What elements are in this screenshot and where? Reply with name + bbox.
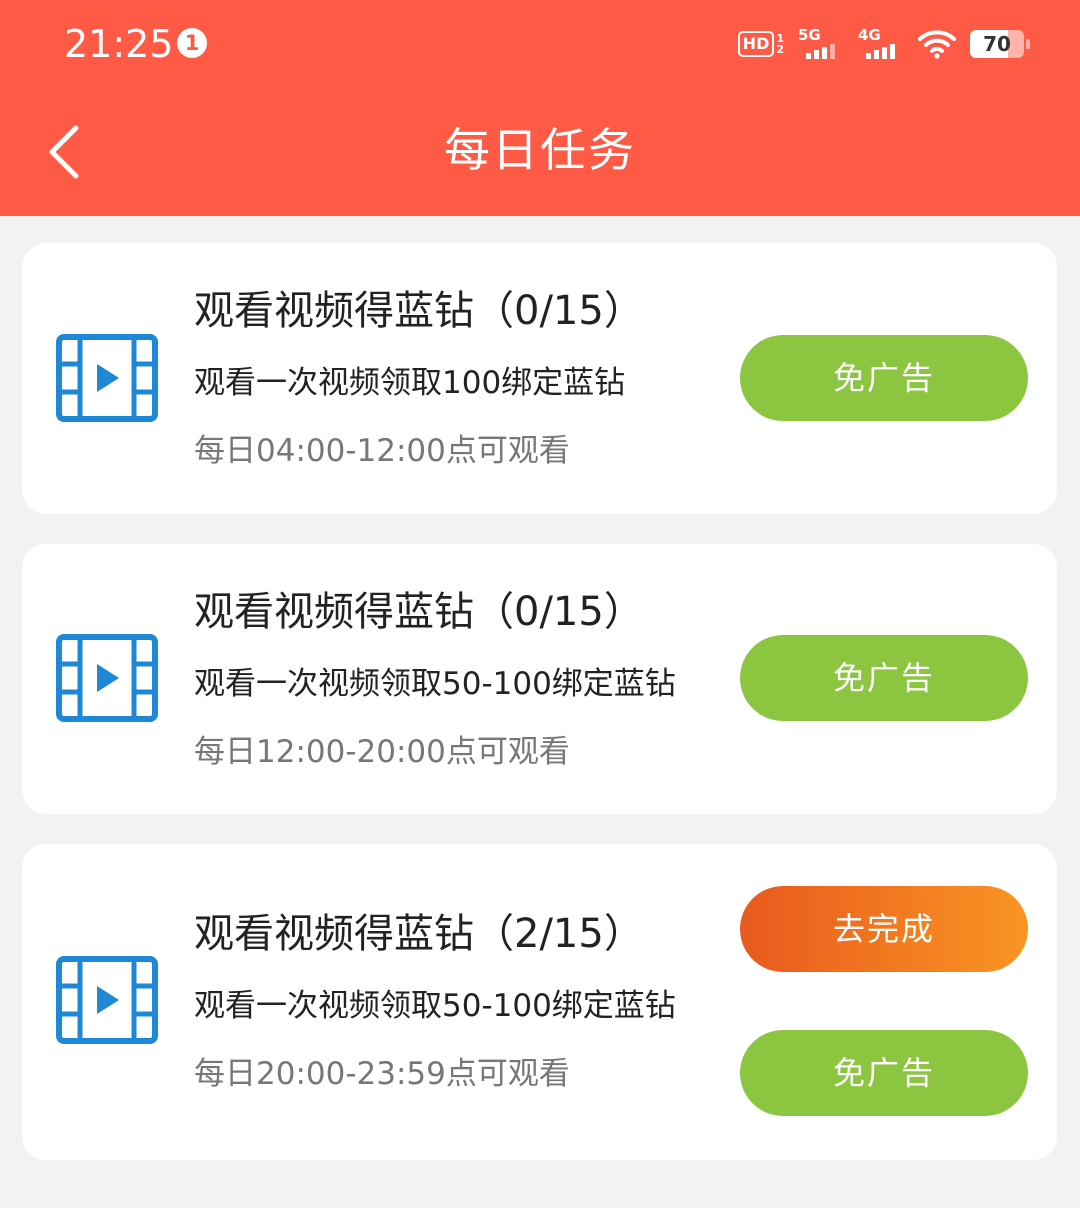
video-film-icon <box>56 634 158 722</box>
wifi-icon <box>918 30 956 59</box>
task-description: 观看一次视频领取100绑定蓝钻 <box>194 365 626 401</box>
hd-voice-icon: HD 1 2 <box>737 31 784 57</box>
net-4g-label: 4G <box>858 26 881 44</box>
task-card: 观看视频得蓝钻（0/15） 观看一次视频领取50-100绑定蓝钻 每日12:00… <box>22 544 1057 814</box>
task-card: 观看视频得蓝钻（0/15） 观看一次视频领取100绑定蓝钻 每日04:00-12… <box>22 243 1057 514</box>
task-title: 观看视频得蓝钻（0/15） <box>194 589 644 635</box>
go-complete-button[interactable]: 去完成 <box>740 886 1028 972</box>
ad-free-button[interactable]: 免广告 <box>740 635 1028 721</box>
notification-badge: 1 <box>177 28 207 58</box>
video-film-icon <box>56 956 158 1044</box>
signal-5g-icon: 5G <box>798 27 844 61</box>
task-card: 观看视频得蓝钻（2/15） 观看一次视频领取50-100绑定蓝钻 每日20:00… <box>22 844 1057 1160</box>
task-description: 观看一次视频领取50-100绑定蓝钻 <box>194 988 676 1024</box>
battery-level: 70 <box>983 32 1011 56</box>
page-title: 每日任务 <box>444 123 636 177</box>
hd-sim-2: 2 <box>776 43 784 56</box>
task-title: 观看视频得蓝钻（2/15） <box>194 911 644 957</box>
ad-free-button[interactable]: 免广告 <box>740 1030 1028 1116</box>
status-icons: HD 1 2 5G 4G 70 <box>737 24 1030 64</box>
ad-free-button[interactable]: 免广告 <box>740 335 1028 421</box>
signal-4g-icon: 4G <box>858 27 904 61</box>
status-time: 21:25 <box>64 22 174 66</box>
task-time-window: 每日20:00-23:59点可观看 <box>194 1056 570 1092</box>
net-5g-label: 5G <box>798 26 821 44</box>
task-time-window: 每日12:00-20:00点可观看 <box>194 734 570 770</box>
hd-label: HD <box>737 31 775 57</box>
video-film-icon <box>56 334 158 422</box>
task-time-window: 每日04:00-12:00点可观看 <box>194 433 570 469</box>
task-title: 观看视频得蓝钻（0/15） <box>194 288 644 334</box>
battery-icon: 70 <box>970 30 1030 58</box>
app-header: 21:25 1 HD 1 2 5G 4G 70 每日任务 <box>0 0 1080 216</box>
task-description: 观看一次视频领取50-100绑定蓝钻 <box>194 666 676 702</box>
